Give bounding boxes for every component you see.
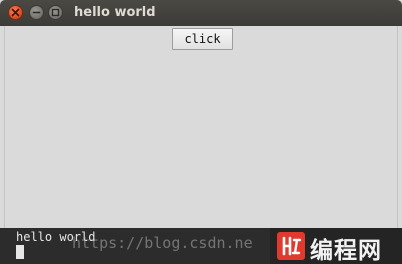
close-window-button[interactable] [8,5,23,20]
maximize-icon [51,8,60,17]
desktop-screen: hello world click hello world https://bl… [0,0,402,264]
click-button[interactable]: click [172,28,233,50]
close-icon [11,8,20,17]
minimize-icon [32,11,41,14]
app-window: hello world click [0,0,402,228]
window-titlebar[interactable]: hello world [0,0,402,26]
maximize-window-button[interactable] [48,5,63,20]
window-content: click [4,26,398,228]
minimize-window-button[interactable] [29,5,44,20]
logo-icon [277,232,305,260]
window-title: hello world [74,5,156,20]
logo-text: 编程网 [310,238,382,264]
url-watermark: https://blog.csdn.ne [72,234,253,252]
terminal-cursor [16,245,24,259]
site-logo-watermark: 编程网 [270,228,402,264]
